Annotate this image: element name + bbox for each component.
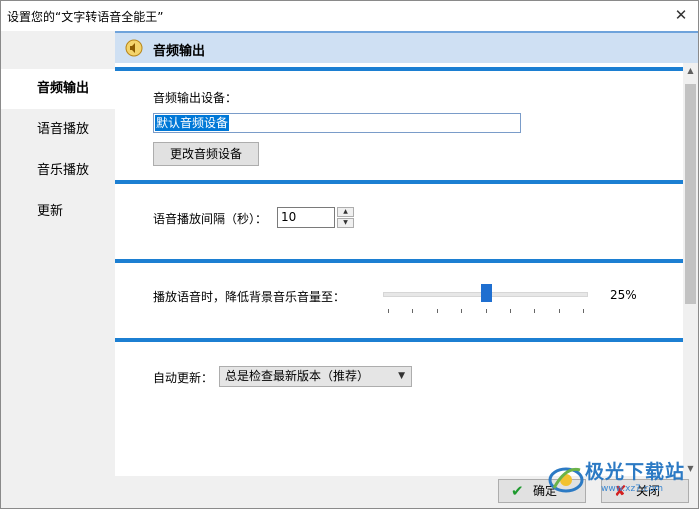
speaker-icon — [125, 39, 143, 57]
voice-interval-label: 语音播放间隔（秒）： — [153, 212, 268, 226]
checkmark-icon: ✔ — [511, 482, 524, 500]
section-divider — [115, 259, 683, 263]
auto-update-label: 自动更新： — [153, 371, 214, 385]
slider-tick — [534, 309, 536, 313]
sidebar-item-audio-output[interactable]: 音频输出 — [1, 69, 115, 109]
slider-tick — [583, 309, 584, 313]
audio-device-field[interactable]: 默认音频设备 — [153, 113, 521, 133]
watermark-logo-icon — [548, 467, 584, 493]
sidebar-item-update[interactable]: 更新 — [1, 192, 115, 232]
vertical-scrollbar[interactable]: ▲ ▼ — [683, 63, 698, 476]
music-volume-slider-thumb[interactable] — [480, 284, 492, 302]
voice-interval-spinner[interactable]: ▲ ▼ — [337, 207, 354, 228]
section-header: 音频输出 — [115, 31, 698, 63]
section-divider — [115, 67, 683, 71]
sidebar-item-music-playback[interactable]: 音乐播放 — [1, 151, 115, 191]
auto-update-selected: 总是检查最新版本（推荐） — [225, 369, 370, 383]
watermark-text: 极光下载站 — [585, 461, 686, 483]
watermark: 极光下载站 www.xz7.com — [541, 457, 699, 507]
section-divider — [115, 338, 683, 342]
sidebar-item-voice-playback[interactable]: 语音播放 — [1, 110, 115, 150]
slider-tick — [461, 309, 463, 313]
scrollbar-thumb[interactable] — [685, 84, 696, 304]
settings-content: 音频输出设备： 默认音频设备 更改音频设备 语音播放间隔（秒）： 10 ▲ ▼ … — [115, 63, 683, 476]
window-title: 设置您的“文字转语音全能王” — [7, 10, 164, 24]
slider-tick — [412, 309, 414, 313]
music-volume-percent: 25% — [610, 288, 637, 302]
voice-interval-input[interactable]: 10 — [277, 207, 335, 228]
section-divider — [115, 180, 683, 184]
slider-tick — [436, 309, 438, 313]
audio-device-label: 音频输出设备： — [153, 91, 238, 105]
slider-tick — [485, 309, 487, 313]
slider-tick — [388, 309, 389, 313]
close-window-icon[interactable]: ✕ — [670, 5, 692, 27]
spin-up-icon[interactable]: ▲ — [337, 207, 354, 217]
audio-device-value: 默认音频设备 — [155, 115, 230, 131]
section-title: 音频输出 — [153, 44, 206, 59]
chevron-down-icon: ▼ — [398, 371, 405, 381]
slider-tick — [558, 309, 560, 313]
settings-sidebar: 音频输出 语音播放 音乐播放 更新 — [1, 31, 115, 476]
scroll-up-icon[interactable]: ▲ — [683, 63, 698, 78]
settings-window: 设置您的“文字转语音全能王” ✕ 音频输出 语音播放 音乐播放 更新 音频输出 … — [0, 0, 699, 509]
change-audio-device-button[interactable]: 更改音频设备 — [153, 142, 259, 166]
spin-down-icon[interactable]: ▼ — [337, 218, 354, 228]
music-volume-label: 播放语音时，降低背景音乐音量至： — [153, 290, 346, 304]
title-bar: 设置您的“文字转语音全能王” ✕ — [1, 1, 698, 31]
auto-update-select[interactable]: 总是检查最新版本（推荐） ▼ — [219, 366, 412, 387]
watermark-url: www.xz7.com — [601, 484, 663, 494]
slider-tick — [509, 309, 511, 313]
